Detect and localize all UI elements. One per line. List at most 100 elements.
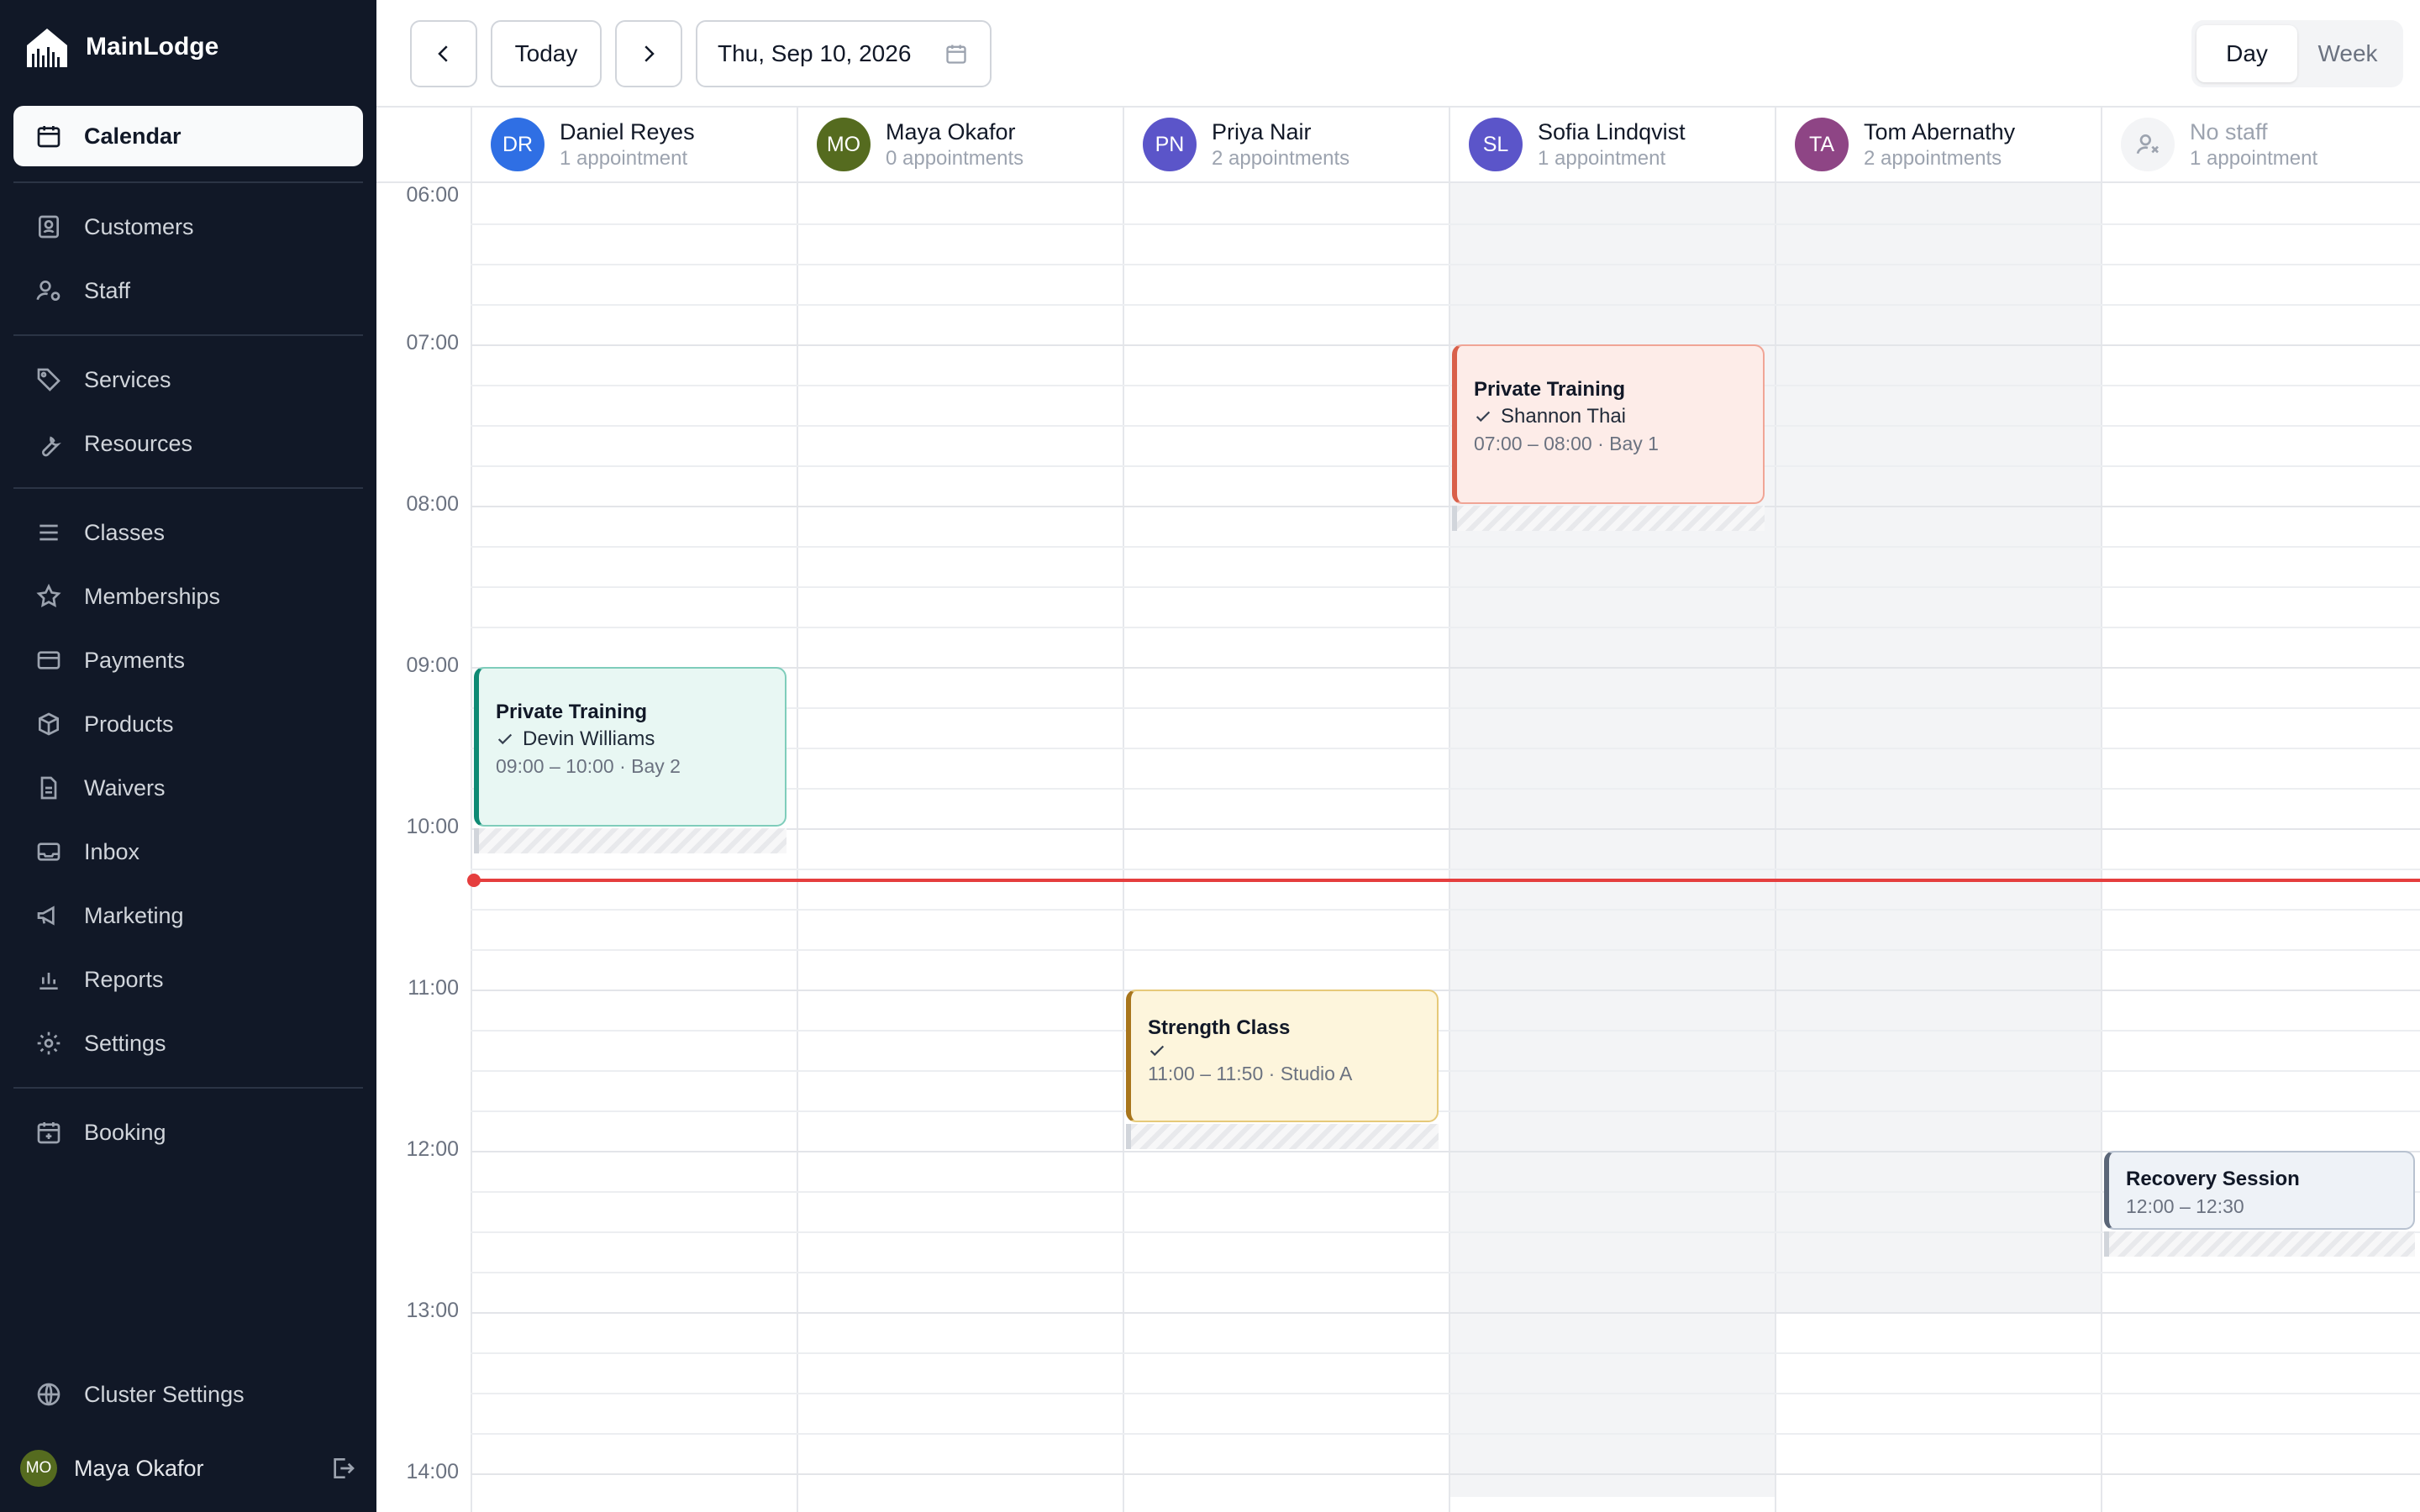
slot-line	[471, 546, 2420, 548]
column-header-no-staff[interactable]: No staff 1 appointment	[2101, 108, 2420, 181]
slot-line	[471, 1272, 2420, 1273]
sidebar-item-resources[interactable]: Resources	[13, 413, 363, 474]
sidebar-item-customers[interactable]: Customers	[13, 197, 363, 257]
calendar-toolbar: Today Thu, Sep 10, 2026 Day Week	[376, 0, 2420, 108]
date-picker-field[interactable]: Thu, Sep 10, 2026	[696, 20, 992, 87]
sidebar-item-services[interactable]: Services	[13, 349, 363, 410]
staff-name: Priya Nair	[1212, 119, 1312, 144]
slot-line	[471, 1110, 2420, 1112]
nav-divider	[13, 1087, 363, 1089]
column-header-maya-okafor[interactable]: MO Maya Okafor 0 appointments	[797, 108, 1123, 181]
appointment-count: 2 appointments	[1864, 147, 2002, 170]
staff-name: Tom Abernathy	[1864, 119, 2016, 144]
column-header-daniel-reyes[interactable]: DR Daniel Reyes 1 appointment	[471, 108, 797, 181]
column-header-priya-nair[interactable]: PN Priya Nair 2 appointments	[1123, 108, 1449, 181]
sidebar-item-label: Calendar	[84, 123, 182, 149]
sidebar-item-label: Cluster Settings	[84, 1381, 245, 1407]
view-day-button[interactable]: Day	[2196, 25, 2297, 82]
appointment-count: 1 appointment	[560, 147, 688, 170]
slot-line	[471, 425, 2420, 427]
sidebar-item-marketing[interactable]: Marketing	[13, 885, 363, 946]
sidebar-item-calendar[interactable]: Calendar	[13, 106, 363, 166]
tag-icon	[35, 366, 62, 393]
app-name: MainLodge	[86, 33, 219, 60]
appointment-card[interactable]: Recovery Session 12:00 – 12:30	[2104, 1151, 2415, 1230]
current-user: MO Maya Okafor	[20, 1445, 356, 1492]
time-label: 06:00	[406, 183, 459, 207]
sidebar-item-label: Products	[84, 711, 174, 737]
slot-line	[471, 1352, 2420, 1354]
appointment-title: Recovery Session	[2126, 1168, 2300, 1190]
logout-icon[interactable]	[329, 1455, 356, 1482]
buffer-time	[2104, 1231, 2415, 1257]
box-icon	[35, 711, 62, 738]
megaphone-icon	[35, 902, 62, 929]
check-icon	[1148, 1042, 1166, 1060]
slot-line	[471, 869, 2420, 870]
brand[interactable]: MainLodge	[24, 22, 218, 72]
appointment-title: Strength Class	[1148, 1016, 1291, 1039]
appointment-client	[1148, 1042, 1420, 1060]
star-icon	[35, 583, 62, 610]
time-label: 08:00	[406, 492, 459, 516]
sidebar: MainLodge Calendar Customers Staff Servi…	[0, 0, 376, 1512]
appointment-client: Shannon Thai	[1474, 403, 1746, 430]
appointment-count: 1 appointment	[2190, 147, 2318, 170]
buffer-time	[1452, 506, 1765, 531]
appointment-card[interactable]: Private Training Shannon Thai 07:00 – 08…	[1452, 344, 1765, 504]
calendar-icon	[35, 123, 62, 150]
calendar-plus-icon	[35, 1119, 62, 1146]
user-name: Maya Okafor	[74, 1455, 204, 1481]
staff-name: Maya Okafor	[886, 119, 1016, 144]
sidebar-item-label: Customers	[84, 213, 194, 239]
staff-name: Sofia Lindqvist	[1538, 119, 1686, 144]
slot-line	[471, 586, 2420, 588]
sidebar-item-products[interactable]: Products	[13, 694, 363, 754]
wrench-icon	[35, 430, 62, 457]
time-label: 14:00	[406, 1460, 459, 1483]
sidebar-item-booking[interactable]: Booking	[13, 1102, 363, 1163]
staff-name: Daniel Reyes	[560, 119, 695, 144]
sidebar-item-memberships[interactable]: Memberships	[13, 566, 363, 627]
sidebar-item-label: Marketing	[84, 902, 184, 928]
sidebar-item-label: Classes	[84, 519, 166, 545]
sidebar-item-label: Payments	[84, 647, 186, 673]
sidebar-item-staff[interactable]: Staff	[13, 260, 363, 321]
sidebar-item-payments[interactable]: Payments	[13, 630, 363, 690]
today-button[interactable]: Today	[491, 20, 602, 87]
staff-avatar: SL	[1469, 118, 1523, 171]
appointment-card[interactable]: Strength Class 11:00 – 11:50 · Studio A	[1126, 990, 1439, 1122]
sidebar-item-inbox[interactable]: Inbox	[13, 822, 363, 882]
time-label: 13:00	[406, 1299, 459, 1322]
appointment-card[interactable]: Private Training Devin Williams 09:00 – …	[474, 667, 786, 827]
sidebar-item-label: Memberships	[84, 583, 221, 609]
sidebar-item-label: Services	[84, 366, 171, 392]
sidebar-item-label: Resources	[84, 430, 193, 456]
nav-divider	[13, 181, 363, 183]
sidebar-item-reports[interactable]: Reports	[13, 949, 363, 1010]
prev-day-button[interactable]	[410, 20, 477, 87]
sidebar-item-cluster-settings[interactable]: Cluster Settings	[13, 1364, 363, 1425]
sidebar-item-waivers[interactable]: Waivers	[13, 758, 363, 818]
check-icon	[496, 730, 514, 748]
next-day-button[interactable]	[615, 20, 682, 87]
calendar-icon	[944, 42, 968, 66]
column-header-sofia-lindqvist[interactable]: SL Sofia Lindqvist 1 appointment	[1449, 108, 1775, 181]
id-badge-icon	[35, 213, 62, 240]
view-week-button[interactable]: Week	[2297, 25, 2398, 82]
user-avatar[interactable]: MO	[20, 1450, 57, 1487]
staff-avatar: TA	[1795, 118, 1849, 171]
sidebar-item-classes[interactable]: Classes	[13, 502, 363, 563]
slot-line	[471, 1433, 2420, 1435]
gear-icon	[35, 1030, 62, 1057]
time-label: 11:00	[408, 976, 459, 1000]
staff-avatar: MO	[817, 118, 871, 171]
appointment-meta: 11:00 – 11:50 · Studio A	[1148, 1063, 1353, 1084]
column-header-tom-abernathy[interactable]: TA Tom Abernathy 2 appointments	[1775, 108, 2101, 181]
list-icon	[35, 519, 62, 546]
client-name: Shannon Thai	[1501, 405, 1627, 428]
appointment-title: Private Training	[496, 701, 648, 723]
client-name: Devin Williams	[523, 727, 655, 750]
sidebar-item-settings[interactable]: Settings	[13, 1013, 363, 1074]
current-time-line	[472, 879, 2420, 882]
